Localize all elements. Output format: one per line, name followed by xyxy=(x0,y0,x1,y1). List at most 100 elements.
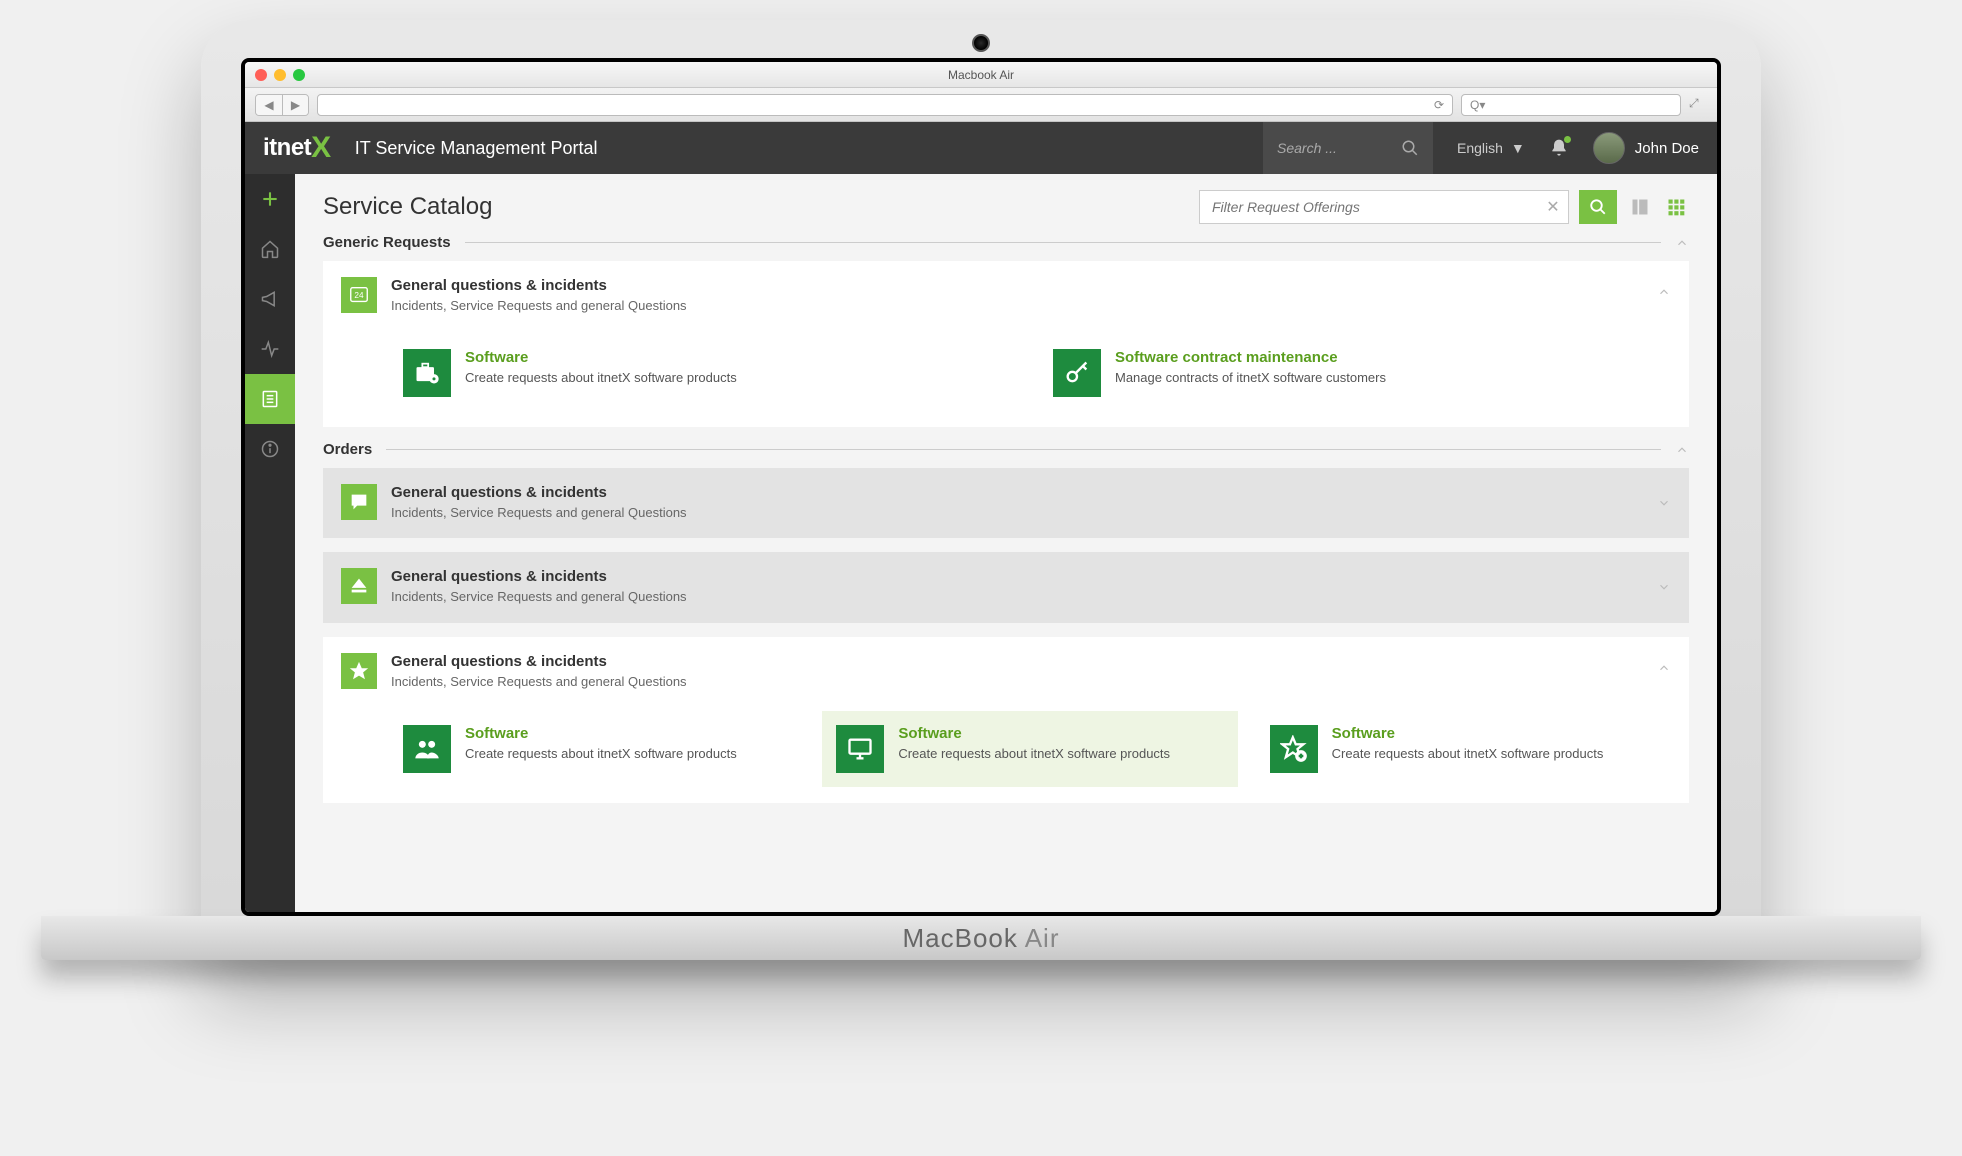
application: itnetX IT Service Management Portal Sear… xyxy=(245,122,1717,912)
sidebar-info[interactable] xyxy=(245,424,295,474)
chevron-up-icon[interactable] xyxy=(1675,443,1689,457)
filter-controls: ✕ xyxy=(1199,190,1689,224)
chevron-down-icon[interactable] xyxy=(1657,580,1671,594)
card-title: General questions & incidents xyxy=(391,568,687,585)
section-divider xyxy=(386,449,1661,450)
offering-item[interactable]: Software Create requests about itnetX sof… xyxy=(389,335,1021,411)
chevron-up-icon[interactable] xyxy=(1657,661,1671,675)
window-title: Macbook Air xyxy=(948,68,1014,82)
support-24-icon: 24 xyxy=(341,277,377,313)
offering-item[interactable]: SoftwareCreate requests about itnetX sof… xyxy=(389,711,804,787)
offering-description: Create requests about itnetX software pr… xyxy=(1332,745,1604,763)
language-selector[interactable]: English ▼ xyxy=(1457,140,1525,156)
back-button[interactable]: ◀ xyxy=(256,95,282,115)
home-icon xyxy=(260,239,280,259)
offering-item[interactable]: SoftwareCreate requests about itnetX sof… xyxy=(822,711,1237,787)
app-body: Service Catalog ✕ xyxy=(245,174,1717,912)
offering-title: Software xyxy=(465,349,737,366)
camera-icon xyxy=(972,34,990,52)
offering-description: Create requests about itnetX software pr… xyxy=(465,745,737,763)
section-header[interactable]: Orders xyxy=(323,441,1689,458)
chevron-down-icon: ▼ xyxy=(1511,140,1525,156)
offerings-row: Software Create requests about itnetX sof… xyxy=(341,335,1671,411)
offering-title: Software contract maintenance xyxy=(1115,349,1386,366)
offering-item[interactable]: Software contract maintenanceManage cont… xyxy=(1039,335,1671,411)
nav-buttons: ◀ ▶ xyxy=(255,94,309,116)
user-name: John Doe xyxy=(1635,140,1699,157)
app-header: itnetX IT Service Management Portal Sear… xyxy=(245,122,1717,174)
chevron-down-icon[interactable] xyxy=(1657,496,1671,510)
section-divider xyxy=(465,242,1661,243)
laptop-base: MacBook Air xyxy=(41,916,1921,960)
category-card[interactable]: General questions & incidents Incidents, … xyxy=(323,552,1689,622)
forward-button[interactable]: ▶ xyxy=(282,95,308,115)
filter-search-button[interactable] xyxy=(1579,190,1617,224)
laptop-label-light: Air xyxy=(1018,923,1060,953)
card-titles: General questions & incidentsIncidents, … xyxy=(391,277,687,315)
offering-description: Create requests about itnetX software pr… xyxy=(465,369,737,387)
notifications-button[interactable] xyxy=(1549,138,1569,158)
key-icon xyxy=(1053,349,1101,397)
laptop-frame: Macbook Air ◀ ▶ ⟳ Q▾ ⤢ xyxy=(201,20,1761,960)
content: Service Catalog ✕ xyxy=(295,174,1717,912)
logo[interactable]: itnetX xyxy=(263,131,331,165)
card-header: General questions & incidents Incidents, … xyxy=(341,653,1671,691)
chat-icon xyxy=(341,484,377,520)
sidebar-home[interactable] xyxy=(245,224,295,274)
user-menu[interactable]: John Doe xyxy=(1593,132,1699,164)
star-plus-icon xyxy=(1270,725,1318,773)
chevron-up-icon[interactable] xyxy=(1657,285,1671,299)
search-icon xyxy=(1589,198,1607,216)
sidebar-activity[interactable] xyxy=(245,324,295,374)
close-window-icon[interactable] xyxy=(255,69,267,81)
logo-accent: X xyxy=(311,131,331,164)
view-grid-button[interactable] xyxy=(1663,194,1689,220)
card-header: 24 General questions & incidentsIncidents… xyxy=(341,277,1671,315)
logo-text: itnet xyxy=(263,134,311,161)
screen-bezel: Macbook Air ◀ ▶ ⟳ Q▾ ⤢ xyxy=(241,58,1721,916)
card-description: Incidents, Service Requests and general … xyxy=(391,588,687,606)
desktop: Macbook Air ◀ ▶ ⟳ Q▾ ⤢ xyxy=(245,62,1717,912)
chevron-up-icon[interactable] xyxy=(1675,236,1689,250)
zoom-window-icon[interactable] xyxy=(293,69,305,81)
offering-item[interactable]: SoftwareCreate requests about itnetX sof… xyxy=(1256,711,1671,787)
section-title: Generic Requests xyxy=(323,234,451,251)
card-description: Incidents, Service Requests and general … xyxy=(391,673,687,691)
minimize-window-icon[interactable] xyxy=(274,69,286,81)
offering-text: Software Create requests about itnetX sof… xyxy=(465,349,737,397)
category-card[interactable]: General questions & incidents Incidents, … xyxy=(323,637,1689,803)
category-card[interactable]: 24 General questions & incidentsIncidents… xyxy=(323,261,1689,427)
plus-icon xyxy=(260,189,280,209)
sidebar-add-button[interactable] xyxy=(245,174,295,224)
clear-filter-button[interactable]: ✕ xyxy=(1538,191,1568,223)
filter-input-wrapper: ✕ xyxy=(1199,190,1569,224)
eject-icon xyxy=(341,568,377,604)
filter-input[interactable] xyxy=(1200,191,1538,223)
category-card[interactable]: General questions & incidentsIncidents, … xyxy=(323,468,1689,538)
url-bar[interactable]: ⟳ xyxy=(317,94,1453,116)
view-list-button[interactable] xyxy=(1627,194,1653,220)
offering-description: Create requests about itnetX software pr… xyxy=(898,745,1170,763)
offering-text: SoftwareCreate requests about itnetX sof… xyxy=(465,725,737,773)
card-titles: General questions & incidents Incidents, … xyxy=(391,653,687,691)
card-header: General questions & incidentsIncidents, … xyxy=(341,484,1671,522)
page-title: Service Catalog xyxy=(323,193,492,221)
browser-search[interactable]: Q▾ xyxy=(1461,94,1681,116)
search-icon xyxy=(1401,139,1419,157)
card-title: General questions & incidents xyxy=(391,653,687,670)
card-description: Incidents, Service Requests and general … xyxy=(391,504,687,522)
fullscreen-icon[interactable]: ⤢ xyxy=(1689,96,1707,114)
section-header[interactable]: Generic Requests xyxy=(323,234,1689,251)
sidebar-catalog[interactable] xyxy=(245,374,295,424)
notification-badge xyxy=(1564,136,1571,143)
avatar xyxy=(1593,132,1625,164)
card-titles: General questions & incidentsIncidents, … xyxy=(391,484,687,522)
header-search[interactable]: Search ... xyxy=(1263,122,1433,174)
offering-text: SoftwareCreate requests about itnetX sof… xyxy=(898,725,1170,773)
section-title: Orders xyxy=(323,441,372,458)
reload-icon[interactable]: ⟳ xyxy=(1434,98,1444,112)
sidebar-announcements[interactable] xyxy=(245,274,295,324)
star-icon xyxy=(341,653,377,689)
laptop-label-bold: MacBook xyxy=(903,923,1018,953)
monitor-icon xyxy=(836,725,884,773)
